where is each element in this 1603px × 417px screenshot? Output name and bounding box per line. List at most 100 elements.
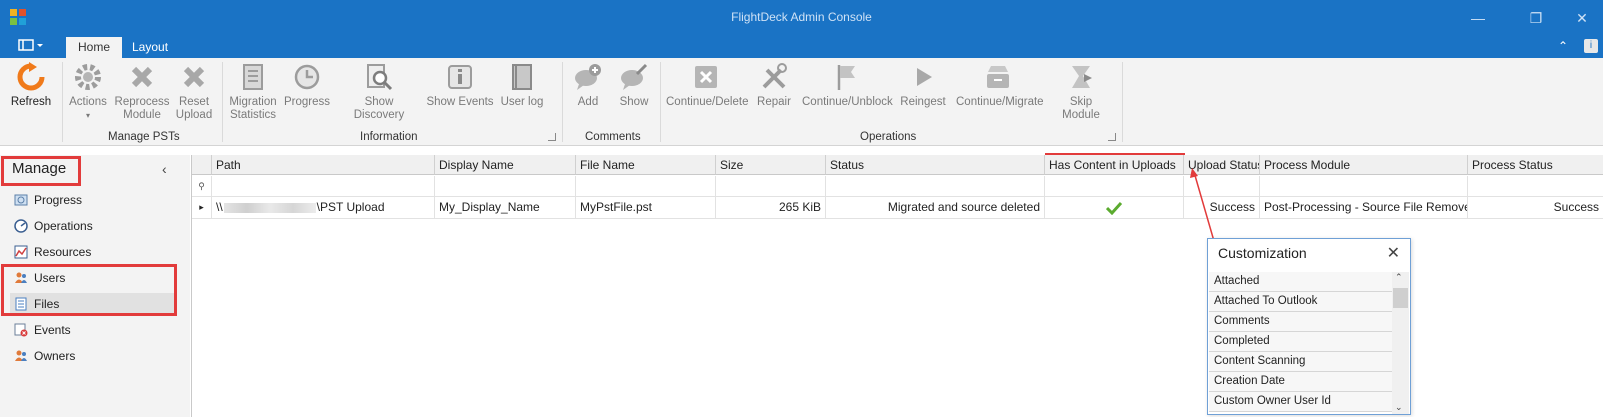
customization-item[interactable]: Content Scanning: [1209, 352, 1392, 372]
row-indicator-header: [192, 155, 212, 175]
show-discovery-button[interactable]: Show Discovery: [338, 62, 420, 122]
customization-title: Customization: [1218, 245, 1307, 261]
scroll-thumb[interactable]: [1393, 288, 1408, 308]
collapse-sidebar-icon[interactable]: ‹: [162, 161, 167, 177]
customization-scrollbar[interactable]: ⌃ ⌄: [1392, 272, 1409, 414]
refresh-label: Refresh: [10, 96, 52, 108]
information-launcher-icon[interactable]: [548, 133, 556, 141]
cell-display-name[interactable]: My_Display_Name: [435, 197, 576, 219]
delete-box-icon: [695, 66, 717, 88]
x-icon: [183, 66, 205, 88]
actions-button[interactable]: Actions ▾: [66, 62, 110, 122]
sidebar-item-resources[interactable]: Resources: [10, 241, 176, 263]
user-log-button[interactable]: User log: [500, 62, 544, 109]
gear-icon: [75, 64, 101, 90]
app-menu-button[interactable]: [18, 38, 48, 54]
column-header-status[interactable]: Status: [826, 155, 1045, 175]
add-comment-button[interactable]: Add: [568, 62, 608, 109]
add-label: Add: [577, 96, 599, 108]
cell-process-status[interactable]: Success: [1468, 197, 1603, 219]
refresh-button[interactable]: Refresh: [6, 62, 56, 109]
filter-row-icon: ⚲: [192, 176, 212, 197]
progress-button[interactable]: Progress: [284, 62, 330, 109]
migration-label-1: Migration: [229, 96, 277, 108]
restore-icon[interactable]: ❐: [1526, 8, 1546, 28]
window-title: FlightDeck Admin Console: [731, 10, 872, 24]
resources-icon: [14, 245, 28, 259]
reprocess-module-button[interactable]: Reprocess Module: [114, 62, 170, 122]
add-comment-icon: [575, 64, 601, 90]
customization-item[interactable]: Attached: [1209, 272, 1392, 292]
repair-button[interactable]: Repair: [754, 62, 794, 109]
tab-home[interactable]: Home: [66, 37, 123, 58]
filter-cell-path[interactable]: [212, 176, 435, 197]
show-events-button[interactable]: Show Events: [426, 62, 494, 109]
cell-path[interactable]: \\ \PST Upload: [212, 197, 435, 219]
continue-migrate-button[interactable]: Continue/Migrate: [956, 62, 1044, 109]
sidebar-item-label: Events: [34, 323, 71, 337]
sidebar-item-label: Owners: [34, 349, 76, 363]
customization-item[interactable]: Comments: [1209, 312, 1392, 332]
cell-has-content[interactable]: [1045, 197, 1184, 219]
info-icon[interactable]: i: [1584, 39, 1598, 53]
ribbon-separator: [562, 62, 563, 142]
filter-cell-process-status[interactable]: [1468, 176, 1603, 197]
column-header-has-content[interactable]: Has Content in Uploads: [1045, 155, 1184, 175]
close-icon[interactable]: ✕: [1387, 243, 1400, 263]
column-header-process-status[interactable]: Process Status: [1468, 155, 1603, 175]
owners-icon: [15, 350, 27, 361]
scroll-up-icon[interactable]: ⌃: [1395, 272, 1403, 283]
row-expand-icon[interactable]: ▸: [192, 197, 212, 219]
reingest-button[interactable]: Reingest: [898, 62, 948, 109]
events-icon: [14, 323, 28, 337]
cell-size[interactable]: 265 KiB: [716, 197, 826, 219]
column-header-path[interactable]: Path: [212, 155, 435, 175]
column-header-process-module[interactable]: Process Module: [1260, 155, 1468, 175]
close-window-icon[interactable]: ✕: [1572, 8, 1592, 28]
column-header-size[interactable]: Size: [716, 155, 826, 175]
filter-cell-size[interactable]: [716, 176, 826, 197]
highlight-manage: [1, 156, 81, 186]
filter-cell-file-name[interactable]: [576, 176, 716, 197]
sidebar-item-progress[interactable]: Progress: [10, 189, 176, 211]
sidebar-item-events[interactable]: Events: [10, 319, 176, 341]
customization-item[interactable]: Custom Owner User Id: [1209, 392, 1392, 412]
actions-label: Actions: [69, 96, 107, 108]
filter-cell-display-name[interactable]: [435, 176, 576, 197]
operations-launcher-icon[interactable]: [1108, 133, 1116, 141]
filter-cell-process-module[interactable]: [1260, 176, 1468, 197]
group-manage-psts: Manage PSTs: [108, 131, 180, 143]
customization-item[interactable]: Completed: [1209, 332, 1392, 352]
show-events-label: Show Events: [426, 96, 494, 108]
column-header-display-name[interactable]: Display Name: [435, 155, 576, 175]
show-discovery-label: Show Discovery: [353, 96, 405, 121]
cell-file-name[interactable]: MyPstFile.pst: [576, 197, 716, 219]
tab-layout[interactable]: Layout: [120, 37, 180, 58]
minimize-icon[interactable]: —: [1468, 8, 1488, 28]
sidebar-item-label: Resources: [34, 245, 92, 259]
sidebar-item-owners[interactable]: Owners: [10, 345, 176, 367]
column-header-file-name[interactable]: File Name: [576, 155, 716, 175]
show-comments-button[interactable]: Show: [614, 62, 654, 109]
cell-status[interactable]: Migrated and source deleted: [826, 197, 1045, 219]
continue-delete-button[interactable]: Continue/Delete: [666, 62, 748, 109]
reset-upload-button[interactable]: Reset Upload: [174, 62, 214, 122]
flag-icon: [837, 65, 855, 90]
migration-statistics-button[interactable]: Migration Statistics: [226, 62, 280, 122]
cell-process-module[interactable]: Post-Processing - Source File Remover: [1260, 197, 1468, 219]
clock-icon: [294, 64, 320, 90]
filter-cell-status[interactable]: [826, 176, 1045, 197]
customization-item[interactable]: Creation Date: [1209, 372, 1392, 392]
scroll-down-icon[interactable]: ⌄: [1395, 402, 1403, 413]
collapse-ribbon-icon[interactable]: ⌃: [1558, 39, 1568, 53]
filter-cell-has-content[interactable]: [1045, 176, 1184, 197]
skip-module-button[interactable]: Skip Module: [1050, 62, 1112, 122]
customization-item[interactable]: Attached To Outlook: [1209, 292, 1392, 312]
ribbon-tabs: Home Layout ⌃ i: [0, 36, 1603, 58]
continue-unblock-button[interactable]: Continue/Unblock: [802, 62, 893, 109]
refresh-icon: [17, 62, 45, 91]
ribbon-separator: [222, 62, 223, 142]
migrate-icon: [987, 66, 1009, 88]
sidebar-item-operations[interactable]: Operations: [10, 215, 176, 237]
group-comments: Comments: [585, 131, 641, 143]
